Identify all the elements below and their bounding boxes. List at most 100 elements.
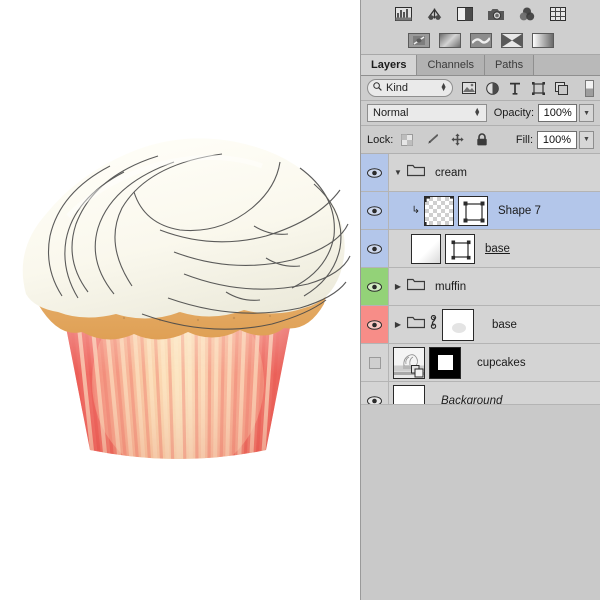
eye-icon [367, 167, 382, 178]
chevron-right-icon[interactable]: ▶ [393, 282, 403, 291]
lock-transparency-icon[interactable] [400, 133, 414, 147]
chevron-down-icon[interactable]: ▼ [393, 168, 403, 177]
folder-closed-icon [406, 315, 426, 334]
camera-icon[interactable] [485, 4, 507, 24]
link-icon[interactable] [429, 314, 438, 334]
layer-body-base-group: ▶ base [389, 306, 600, 343]
layer-body-cupcakes: cupcakes [389, 344, 600, 381]
layer-name-cupcakes[interactable]: cupcakes [477, 357, 526, 369]
layer-list-empty-area[interactable] [361, 404, 600, 600]
lock-icon-group [400, 133, 489, 147]
layer-name-base-group[interactable]: base [492, 319, 517, 331]
split-square-icon[interactable] [454, 4, 476, 24]
histogram-icon[interactable] [392, 4, 414, 24]
layers-panel: Layers Channels Paths Kind ▲ ▼ Normal ▲ … [360, 0, 600, 600]
cupcake-illustration [22, 138, 351, 459]
layer-thumbnail-base-shape[interactable] [411, 233, 441, 264]
chevron-updown-icon: ▲ ▼ [473, 107, 481, 118]
visibility-toggle-shape-7[interactable] [361, 192, 389, 229]
style-preset-1[interactable] [407, 33, 430, 48]
opacity-label: Opacity: [493, 107, 535, 119]
lock-position-icon[interactable] [450, 133, 464, 147]
smart-object-badge-icon [411, 364, 424, 377]
toolbar-row-1 [361, 0, 600, 27]
lock-all-icon[interactable] [475, 133, 489, 147]
eye-icon [367, 205, 382, 216]
visibility-toggle-base-group[interactable] [361, 306, 389, 343]
panel-toolbar [361, 0, 600, 55]
chevron-updown-icon: ▲ ▼ [440, 82, 447, 93]
eye-off-icon [368, 356, 381, 369]
filter-smartobject-icon[interactable] [554, 81, 568, 95]
layer-row-shape-7[interactable]: ↳ Shape 7 [361, 192, 600, 230]
layer-name-muffin[interactable]: muffin [435, 281, 466, 293]
chevron-right-icon[interactable]: ▶ [393, 320, 403, 329]
eye-icon [367, 319, 382, 330]
fill-input[interactable]: 100% [537, 130, 577, 149]
filter-shape-icon[interactable] [531, 81, 545, 95]
layer-body-shape-7: ↳ Shape 7 [389, 192, 600, 229]
blend-row: Normal ▲ ▼ Opacity: 100% ▼ [361, 101, 600, 126]
toolbar-row-2 [361, 27, 600, 54]
filter-type-icon[interactable] [508, 81, 522, 95]
tab-channels-label: Channels [427, 59, 474, 71]
fill-group: Fill: 100% ▼ [509, 130, 594, 149]
blend-mode-select[interactable]: Normal ▲ ▼ [367, 104, 487, 122]
layer-thumbnail-base-group[interactable] [442, 308, 474, 341]
vector-mask-thumbnail-base-shape[interactable] [445, 233, 475, 264]
panel-tabs: Layers Channels Paths [361, 55, 600, 76]
fill-dropdown-arrow[interactable]: ▼ [579, 130, 594, 149]
clipping-mask-arrow-icon: ↳ [411, 205, 420, 216]
lock-image-icon[interactable] [425, 133, 439, 147]
blend-mode-value: Normal [373, 107, 409, 119]
opacity-input[interactable]: 100% [538, 104, 578, 122]
filter-pixel-icon[interactable] [462, 81, 476, 95]
filter-icon-group [462, 81, 568, 95]
color-circles-icon[interactable] [516, 4, 538, 24]
filter-enable-toggle[interactable] [585, 79, 594, 97]
layer-body-base-shape: base [389, 230, 600, 267]
style-preset-4[interactable] [500, 33, 523, 48]
lock-label: Lock: [367, 133, 394, 146]
cupcake-cream [22, 138, 351, 330]
tab-layers[interactable]: Layers [361, 55, 418, 75]
eye-icon [367, 281, 382, 292]
visibility-toggle-cream[interactable] [361, 154, 389, 191]
layer-row-base-shape[interactable]: base [361, 230, 600, 268]
canvas-area[interactable] [0, 0, 360, 600]
fill-label: Fill: [515, 133, 533, 146]
layer-name-base-shape[interactable]: base [485, 243, 510, 255]
tab-channels[interactable]: Channels [417, 55, 485, 75]
layer-row-muffin[interactable]: ▶ muffin [361, 268, 600, 306]
layer-mask-thumbnail-cupcakes[interactable] [429, 346, 461, 379]
layer-thumbnail-shape-7[interactable] [424, 195, 454, 226]
layer-row-cupcakes[interactable]: cupcakes [361, 344, 600, 382]
layer-list: ▼ cream ↳ Shape 7 base ▶ muffin ▶ base c… [361, 154, 600, 420]
layer-thumbnail-cupcakes[interactable] [393, 346, 425, 379]
magnifier-icon [373, 82, 382, 94]
opacity-dropdown-arrow[interactable]: ▼ [579, 104, 594, 122]
style-preset-3[interactable] [469, 33, 492, 48]
visibility-toggle-cupcakes[interactable] [361, 344, 389, 381]
balance-icon[interactable] [423, 4, 445, 24]
layer-body-muffin: ▶ muffin [389, 268, 600, 305]
tab-paths-label: Paths [494, 59, 524, 71]
vector-mask-thumbnail-shape-7[interactable] [458, 195, 488, 226]
eye-icon [367, 243, 382, 254]
tab-layers-label: Layers [371, 59, 407, 71]
layer-name-shape-7[interactable]: Shape 7 [498, 205, 541, 217]
layer-row-base-group[interactable]: ▶ base [361, 306, 600, 344]
tab-paths[interactable]: Paths [484, 55, 535, 75]
filter-kind-select[interactable]: Kind ▲ ▼ [367, 79, 453, 97]
style-preset-2[interactable] [438, 33, 461, 48]
filter-adjustment-icon[interactable] [485, 81, 499, 95]
grid-icon[interactable] [547, 4, 569, 24]
layer-body-cream: ▼ cream [389, 154, 600, 191]
layer-row-cream[interactable]: ▼ cream [361, 154, 600, 192]
layer-name-cream[interactable]: cream [435, 167, 467, 179]
visibility-toggle-muffin[interactable] [361, 268, 389, 305]
visibility-toggle-base-shape[interactable] [361, 230, 389, 267]
folder-closed-icon [406, 277, 426, 296]
style-preset-5[interactable] [531, 33, 554, 48]
folder-open-icon [406, 163, 426, 182]
